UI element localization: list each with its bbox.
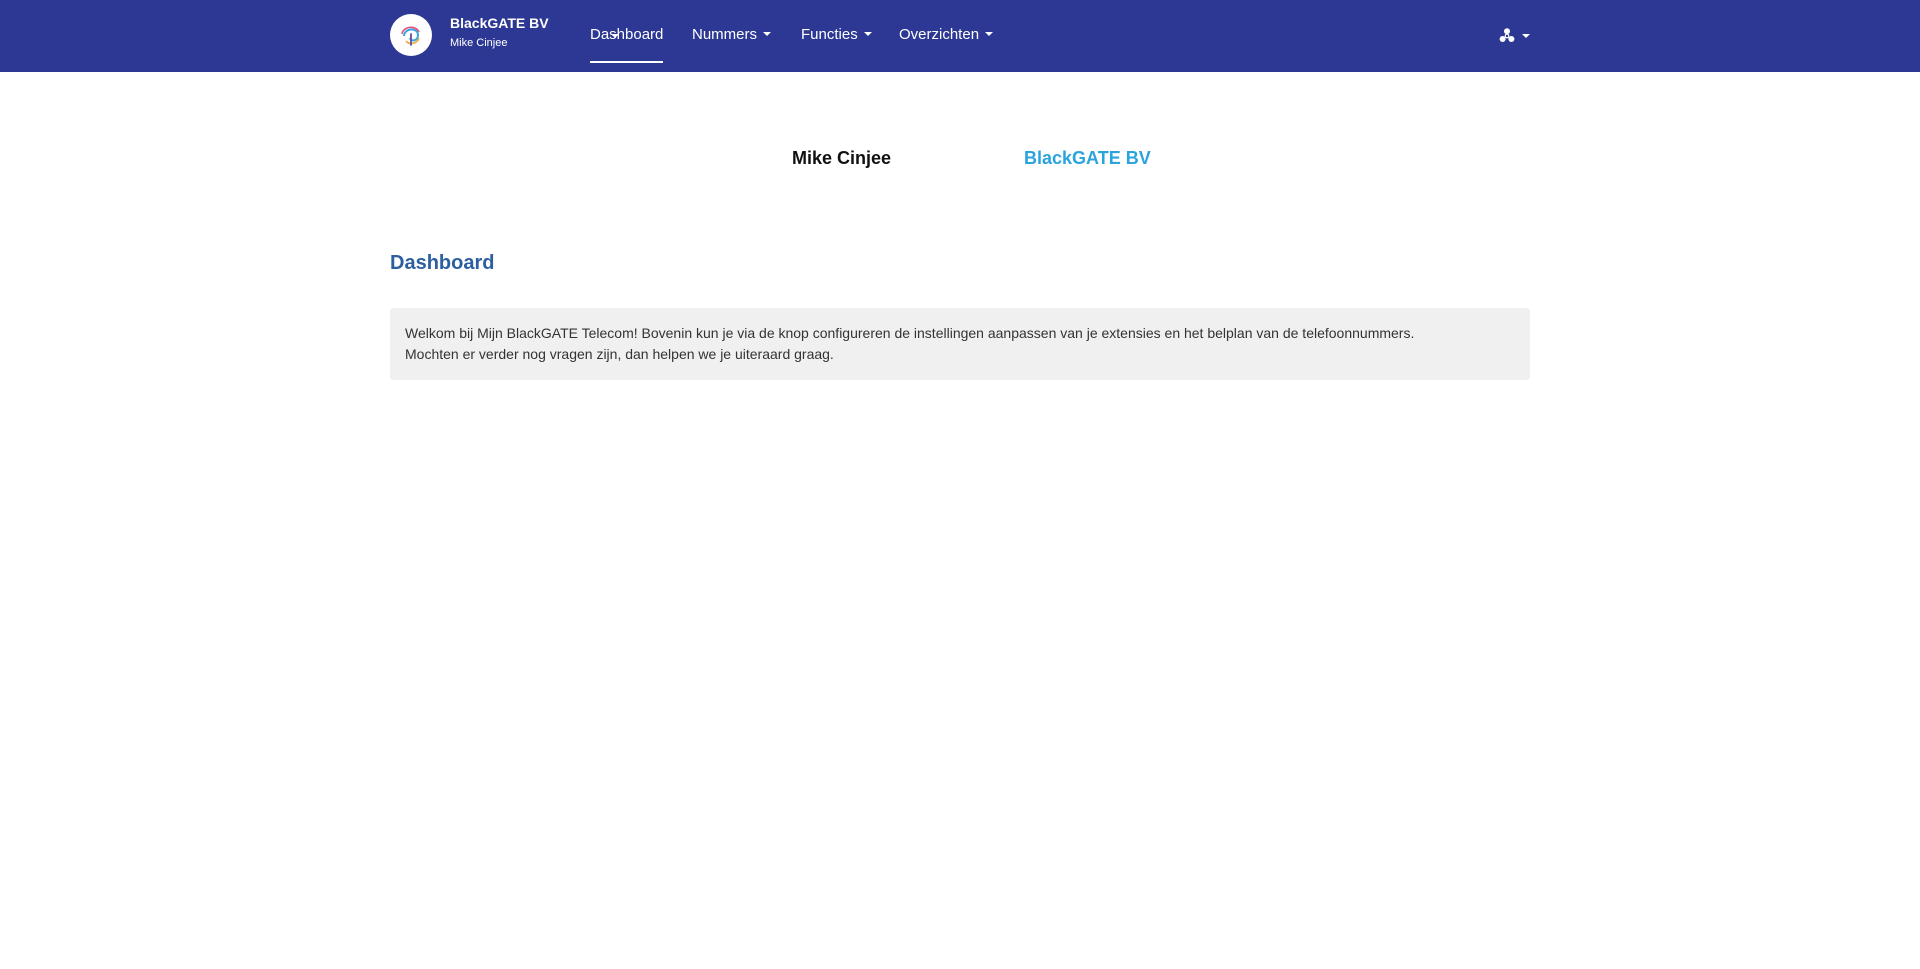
- nav-overzichten[interactable]: Overzichten: [899, 0, 994, 72]
- swirl-logo-icon: [401, 26, 420, 46]
- settings-cog-icon: [1499, 28, 1515, 42]
- top-navbar: BlackGATE BV Mike Cinjee Dashboard Numme…: [0, 0, 1920, 72]
- nav-functies[interactable]: Functies: [801, 0, 872, 72]
- chevron-down-icon: [1522, 34, 1530, 38]
- account-user: Mike Cinjee: [450, 37, 508, 49]
- page-title: Dashboard: [390, 252, 495, 274]
- nav-dashboard-label: Dashboard: [590, 26, 664, 43]
- nav-dashboard[interactable]: Dashboard: [590, 0, 664, 72]
- account-switcher[interactable]: BlackGATE BV Mike Cinjee: [450, 15, 619, 55]
- welcome-message: Welkom bij Mijn BlackGATE Telecom! Boven…: [390, 308, 1530, 380]
- tab-user[interactable]: Mike Cinjee: [792, 148, 891, 169]
- chevron-down-icon: [985, 32, 994, 37]
- welcome-text-line-2: Mochten er verder nog vragen zijn, dan h…: [405, 346, 834, 362]
- chevron-down-icon: [763, 32, 772, 37]
- welcome-text-line-1: Welkom bij Mijn BlackGATE Telecom! Boven…: [405, 325, 1415, 341]
- nav-overzichten-label: Overzichten: [899, 26, 980, 43]
- tab-company[interactable]: BlackGATE BV: [1024, 148, 1151, 169]
- chevron-down-icon: [863, 32, 872, 37]
- settings-menu[interactable]: [1498, 0, 1532, 72]
- nav-nummers-label: Nummers: [692, 26, 758, 43]
- brand-logo[interactable]: [390, 14, 432, 56]
- navbar-inner: BlackGATE BV Mike Cinjee Dashboard Numme…: [390, 0, 1530, 72]
- nav-functies-label: Functies: [801, 26, 858, 43]
- account-name: BlackGATE BV: [450, 15, 549, 31]
- nav-nummers[interactable]: Nummers: [692, 0, 772, 72]
- profile-tabs: Mike Cinjee BlackGATE BV: [0, 148, 1920, 178]
